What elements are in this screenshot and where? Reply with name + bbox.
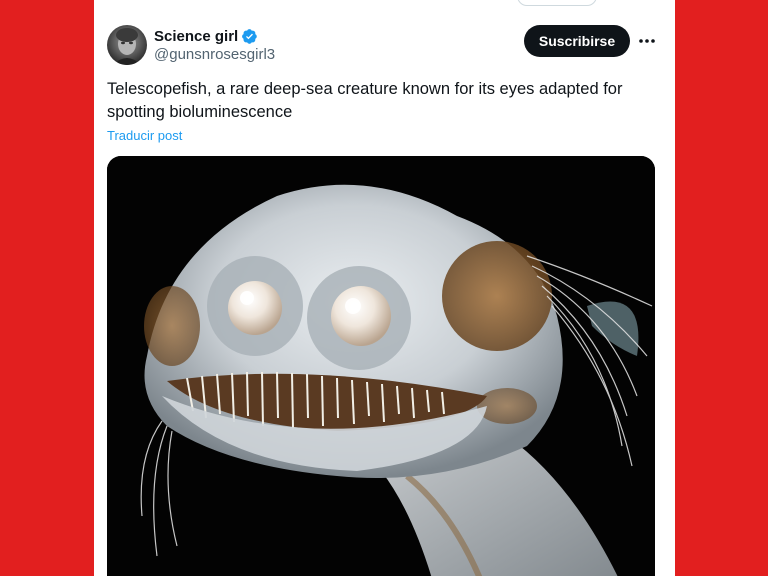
author-handle[interactable]: @gunsnrosesgirl3 — [154, 46, 275, 63]
post-media-image[interactable] — [107, 156, 655, 576]
author-name-row: Science girl — [154, 26, 258, 46]
post-card: Science girl @gunsnrosesgirl3 Suscribirs… — [94, 0, 675, 576]
avatar[interactable] — [107, 25, 147, 65]
subscribe-button[interactable]: Suscribirse — [524, 25, 630, 57]
previous-button-edge[interactable] — [517, 0, 597, 6]
author-display-name[interactable]: Science girl — [154, 28, 238, 45]
translate-post-link[interactable]: Traducir post — [107, 128, 182, 143]
more-horizontal-icon[interactable] — [635, 29, 659, 53]
post-text: Telescopefish, a rare deep-sea creature … — [107, 80, 623, 121]
verified-badge-icon — [242, 28, 257, 44]
telescopefish-photo — [107, 156, 655, 576]
